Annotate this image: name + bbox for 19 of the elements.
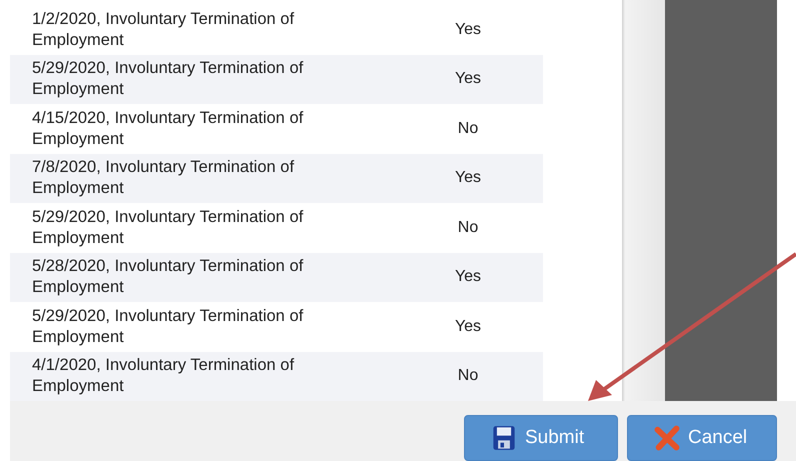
event-description: 5/28/2020, Involuntary Termination of Employment — [32, 256, 304, 298]
answer-text: Yes — [454, 169, 482, 188]
submit-button[interactable]: Submit — [464, 415, 618, 461]
event-description: 7/8/2020, Involuntary Termination of Employment — [32, 157, 296, 200]
x-icon — [654, 425, 680, 451]
event-description: 4/1/2020, Involuntary Termination of Employment — [32, 355, 296, 398]
event-description: 1/2/2020, Involuntary Termination of Employment — [32, 8, 296, 51]
event-description: 5/29/2020, Involuntary Termination of Employment — [32, 58, 304, 100]
cancel-button[interactable]: Cancel — [627, 415, 777, 461]
answer-text: No — [456, 120, 480, 138]
event-description: 4/15/2020, Involuntary Termination of Employment — [32, 108, 304, 150]
event-description: 5/29/2020, Involuntary Termination of Employment — [32, 206, 304, 249]
answer-text: No — [456, 218, 480, 237]
answer-text: Yes — [454, 20, 482, 39]
answer-text: Yes — [454, 268, 482, 286]
answer-text: Yes — [454, 318, 482, 336]
answer-text: Yes — [454, 70, 482, 88]
event-description: 5/29/2020, Involuntary Termination of Employment — [32, 306, 304, 348]
answer-text: No — [456, 367, 480, 386]
